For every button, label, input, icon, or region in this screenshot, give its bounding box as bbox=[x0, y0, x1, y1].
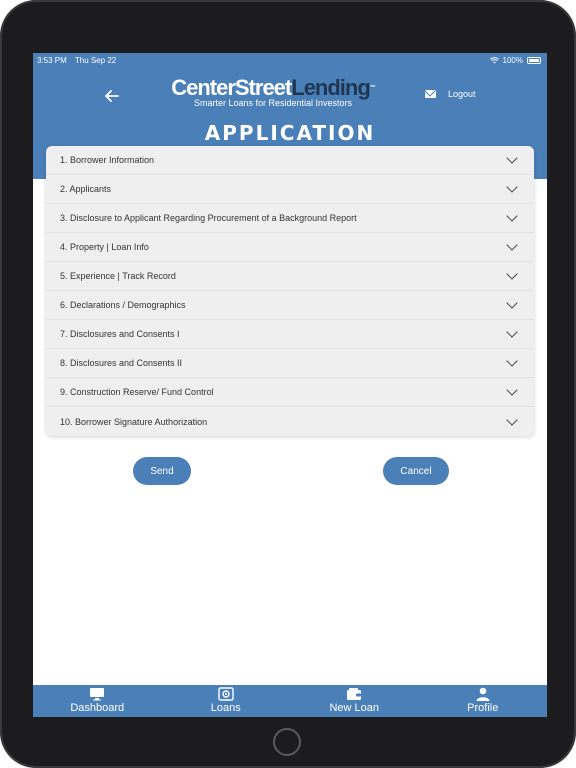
tab-label: Loans bbox=[210, 702, 241, 714]
section-label: 4. Property | Loan Info bbox=[60, 242, 149, 252]
loans-icon bbox=[218, 687, 234, 701]
logo-word-lending: Lending bbox=[291, 75, 371, 100]
send-button[interactable]: Send bbox=[133, 457, 191, 485]
profile-icon bbox=[476, 687, 490, 701]
chevron-down-icon bbox=[506, 384, 518, 396]
tab-loans[interactable]: Loans bbox=[162, 685, 291, 717]
back-arrow-icon[interactable] bbox=[105, 87, 119, 105]
page-title: APPLICATION bbox=[204, 121, 376, 145]
tab-profile[interactable]: Profile bbox=[419, 685, 548, 717]
bottom-tab-bar: Dashboard Loans New Loan Profile bbox=[33, 685, 547, 717]
application-sections: 1. Borrower Information 2. Applicants 3.… bbox=[46, 146, 534, 436]
tablet-frame: 3:53 PM Thu Sep 22 100% CenterStreetLend… bbox=[0, 0, 576, 768]
battery-icon bbox=[527, 56, 541, 64]
status-bar: 3:53 PM Thu Sep 22 100% bbox=[33, 53, 547, 67]
section-disclosures-consents-2[interactable]: 8. Disclosures and Consents II bbox=[46, 349, 534, 378]
section-declarations-demographics[interactable]: 6. Declarations / Demographics bbox=[46, 291, 534, 320]
wifi-icon bbox=[489, 56, 499, 64]
chevron-down-icon bbox=[506, 355, 518, 367]
section-borrower-information[interactable]: 1. Borrower Information bbox=[46, 146, 534, 175]
chevron-down-icon bbox=[506, 268, 518, 280]
tab-new-loan[interactable]: New Loan bbox=[290, 685, 419, 717]
section-label: 2. Applicants bbox=[60, 184, 112, 194]
chevron-down-icon bbox=[506, 297, 518, 309]
logout-button[interactable]: Logout bbox=[425, 89, 476, 99]
section-experience-track-record[interactable]: 5. Experience | Track Record bbox=[46, 262, 534, 291]
chevron-down-icon bbox=[506, 413, 518, 426]
section-label: 6. Declarations / Demographics bbox=[60, 300, 186, 310]
chevron-down-icon bbox=[506, 181, 518, 193]
status-time: 3:53 PM bbox=[37, 55, 67, 65]
tab-dashboard[interactable]: Dashboard bbox=[33, 685, 162, 717]
brand-logo: CenterStreetLending™ Smarter Loans for R… bbox=[168, 75, 378, 109]
section-label: 7. Disclosures and Consents I bbox=[60, 329, 180, 339]
section-label: 9. Construction Reserve/ Fund Control bbox=[60, 387, 214, 397]
app-screen: 3:53 PM Thu Sep 22 100% CenterStreetLend… bbox=[33, 53, 547, 717]
tab-label: Profile bbox=[467, 702, 499, 714]
chevron-down-icon bbox=[506, 326, 518, 338]
section-construction-reserve[interactable]: 9. Construction Reserve/ Fund Control bbox=[46, 378, 534, 407]
section-disclosures-consents-1[interactable]: 7. Disclosures and Consents I bbox=[46, 320, 534, 349]
status-date: Thu Sep 22 bbox=[74, 55, 117, 65]
logo-tagline: Smarter Loans for Residential Investors bbox=[193, 98, 353, 108]
battery-percent: 100% bbox=[502, 55, 523, 65]
section-borrower-signature[interactable]: 10. Borrower Signature Authorization bbox=[46, 407, 534, 436]
section-property-loan-info[interactable]: 4. Property | Loan Info bbox=[46, 233, 534, 262]
cancel-button[interactable]: Cancel bbox=[383, 457, 449, 485]
new-loan-icon bbox=[347, 688, 362, 700]
logo-trademark: ™ bbox=[369, 85, 376, 91]
section-background-report-disclosure[interactable]: 3. Disclosure to Applicant Regarding Pro… bbox=[46, 204, 534, 233]
chevron-down-icon bbox=[506, 239, 518, 251]
section-applicants[interactable]: 2. Applicants bbox=[46, 175, 534, 204]
logout-label: Logout bbox=[448, 89, 476, 99]
home-button[interactable] bbox=[273, 728, 301, 756]
section-label: 8. Disclosures and Consents II bbox=[60, 358, 183, 368]
section-label: 10. Borrower Signature Authorization bbox=[60, 416, 208, 427]
section-label: 3. Disclosure to Applicant Regarding Pro… bbox=[60, 213, 357, 223]
dashboard-icon bbox=[90, 688, 105, 701]
logo-word-center-street: CenterStreet bbox=[171, 75, 292, 100]
chevron-down-icon bbox=[506, 210, 518, 222]
tab-label: Dashboard bbox=[70, 702, 125, 714]
mail-icon bbox=[425, 90, 436, 98]
section-label: 5. Experience | Track Record bbox=[60, 271, 176, 281]
chevron-down-icon bbox=[506, 152, 518, 164]
tab-label: New Loan bbox=[329, 702, 380, 714]
section-label: 1. Borrower Information bbox=[60, 155, 155, 165]
